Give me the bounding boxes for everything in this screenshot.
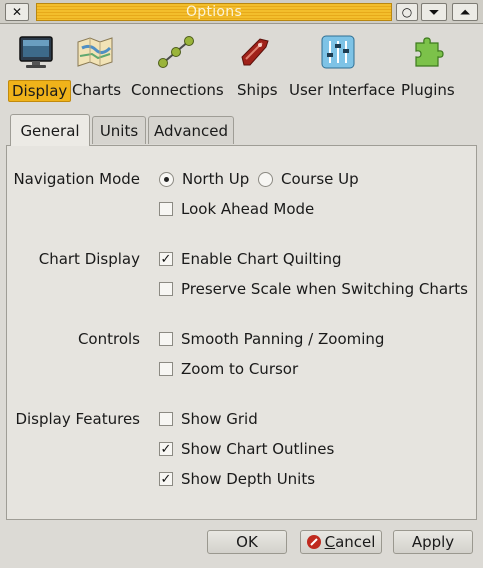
category-plugins[interactable]: Plugins xyxy=(400,32,455,104)
tab-general[interactable]: General xyxy=(10,114,90,146)
minimize-button[interactable]: ○ xyxy=(396,3,418,21)
category-label: User Interface xyxy=(289,81,396,99)
radio-selected-icon xyxy=(159,171,174,187)
category-label: Ships xyxy=(237,81,278,99)
show-chart-outlines-checkbox[interactable]: ✓ Show Chart Outlines xyxy=(159,440,334,458)
checkbox-unchecked-icon xyxy=(159,412,173,426)
show-depth-units-checkbox[interactable]: ✓ Show Depth Units xyxy=(159,470,315,488)
checkbox-checked-icon: ✓ xyxy=(159,251,173,267)
preserve-scale-checkbox[interactable]: Preserve Scale when Switching Charts xyxy=(159,280,468,298)
puzzle-icon xyxy=(407,32,447,72)
checkbox-unchecked-icon xyxy=(159,202,173,216)
look-ahead-label: Look Ahead Mode xyxy=(181,200,315,218)
show-grid-checkbox[interactable]: Show Grid xyxy=(159,410,258,428)
show-chart-outlines-label: Show Chart Outlines xyxy=(181,440,335,458)
radio-unselected-icon xyxy=(258,171,273,187)
checkbox-unchecked-icon xyxy=(159,282,173,296)
shade-button[interactable]: ⏶ xyxy=(452,3,478,21)
preserve-scale-label: Preserve Scale when Switching Charts xyxy=(181,280,468,298)
navigation-mode-label: Navigation Mode xyxy=(13,170,140,188)
close-button[interactable]: ✕ xyxy=(5,3,29,21)
window-menu-button[interactable]: ⏷ xyxy=(421,3,447,21)
look-ahead-checkbox[interactable]: Look Ahead Mode xyxy=(159,200,314,218)
minimize-icon: ○ xyxy=(401,5,413,19)
category-label: Plugins xyxy=(401,81,455,99)
show-grid-label: Show Grid xyxy=(181,410,258,428)
ship-icon xyxy=(235,32,275,72)
cancel-label: Cancel xyxy=(324,533,376,551)
category-user-interface[interactable]: User Interface xyxy=(286,32,395,104)
title-drag-area[interactable]: Options xyxy=(36,3,392,21)
chart-quilting-label: Enable Chart Quilting xyxy=(181,250,342,268)
title-bar: ✕ Options ○ ⏷ ⏶ xyxy=(0,0,483,24)
north-up-label: North Up xyxy=(182,170,250,188)
smooth-panning-label: Smooth Panning / Zooming xyxy=(181,330,385,348)
sliders-icon xyxy=(318,32,358,72)
category-charts[interactable]: Charts xyxy=(72,32,121,104)
show-depth-units-label: Show Depth Units xyxy=(181,470,316,488)
display-features-label: Display Features xyxy=(15,410,140,428)
chart-quilting-checkbox[interactable]: ✓ Enable Chart Quilting xyxy=(159,250,342,268)
category-label: Charts xyxy=(72,81,122,99)
north-up-radio[interactable]: North Up xyxy=(159,170,249,188)
close-icon: ✕ xyxy=(11,5,23,19)
category-label: Connections xyxy=(131,81,224,99)
zoom-to-cursor-checkbox[interactable]: Zoom to Cursor xyxy=(159,360,298,378)
connections-icon xyxy=(156,32,196,72)
course-up-label: Course Up xyxy=(281,170,359,188)
chevron-up-icon: ⏶ xyxy=(460,4,470,19)
settings-panel: General Units Advanced Navigation Mode N… xyxy=(6,112,477,522)
cancel-icon xyxy=(306,535,321,549)
checkbox-checked-icon: ✓ xyxy=(159,441,173,457)
category-display[interactable]: Display xyxy=(8,32,72,104)
apply-button[interactable]: Apply xyxy=(393,530,473,554)
monitor-icon xyxy=(16,32,56,72)
checkbox-checked-icon: ✓ xyxy=(159,471,173,487)
zoom-to-cursor-label: Zoom to Cursor xyxy=(181,360,299,378)
ok-button[interactable]: OK xyxy=(207,530,287,554)
tab-advanced[interactable]: Advanced xyxy=(148,116,234,144)
general-tab-content: Navigation Mode North Up Course Up Look … xyxy=(6,145,477,520)
checkbox-unchecked-icon xyxy=(159,332,173,346)
category-connections[interactable]: Connections xyxy=(130,32,224,104)
window-title: Options xyxy=(185,4,243,20)
category-ships[interactable]: Ships xyxy=(234,32,278,104)
category-label: Display xyxy=(8,80,72,102)
cancel-button[interactable]: Cancel xyxy=(300,530,382,554)
smooth-panning-checkbox[interactable]: Smooth Panning / Zooming xyxy=(159,330,384,348)
charts-icon xyxy=(75,32,115,72)
controls-label: Controls xyxy=(77,330,140,348)
chart-display-label: Chart Display xyxy=(38,250,140,268)
checkbox-unchecked-icon xyxy=(159,362,173,376)
course-up-radio[interactable]: Course Up xyxy=(258,170,359,188)
chevron-down-icon: ⏷ xyxy=(429,4,439,19)
tab-units[interactable]: Units xyxy=(92,116,146,144)
